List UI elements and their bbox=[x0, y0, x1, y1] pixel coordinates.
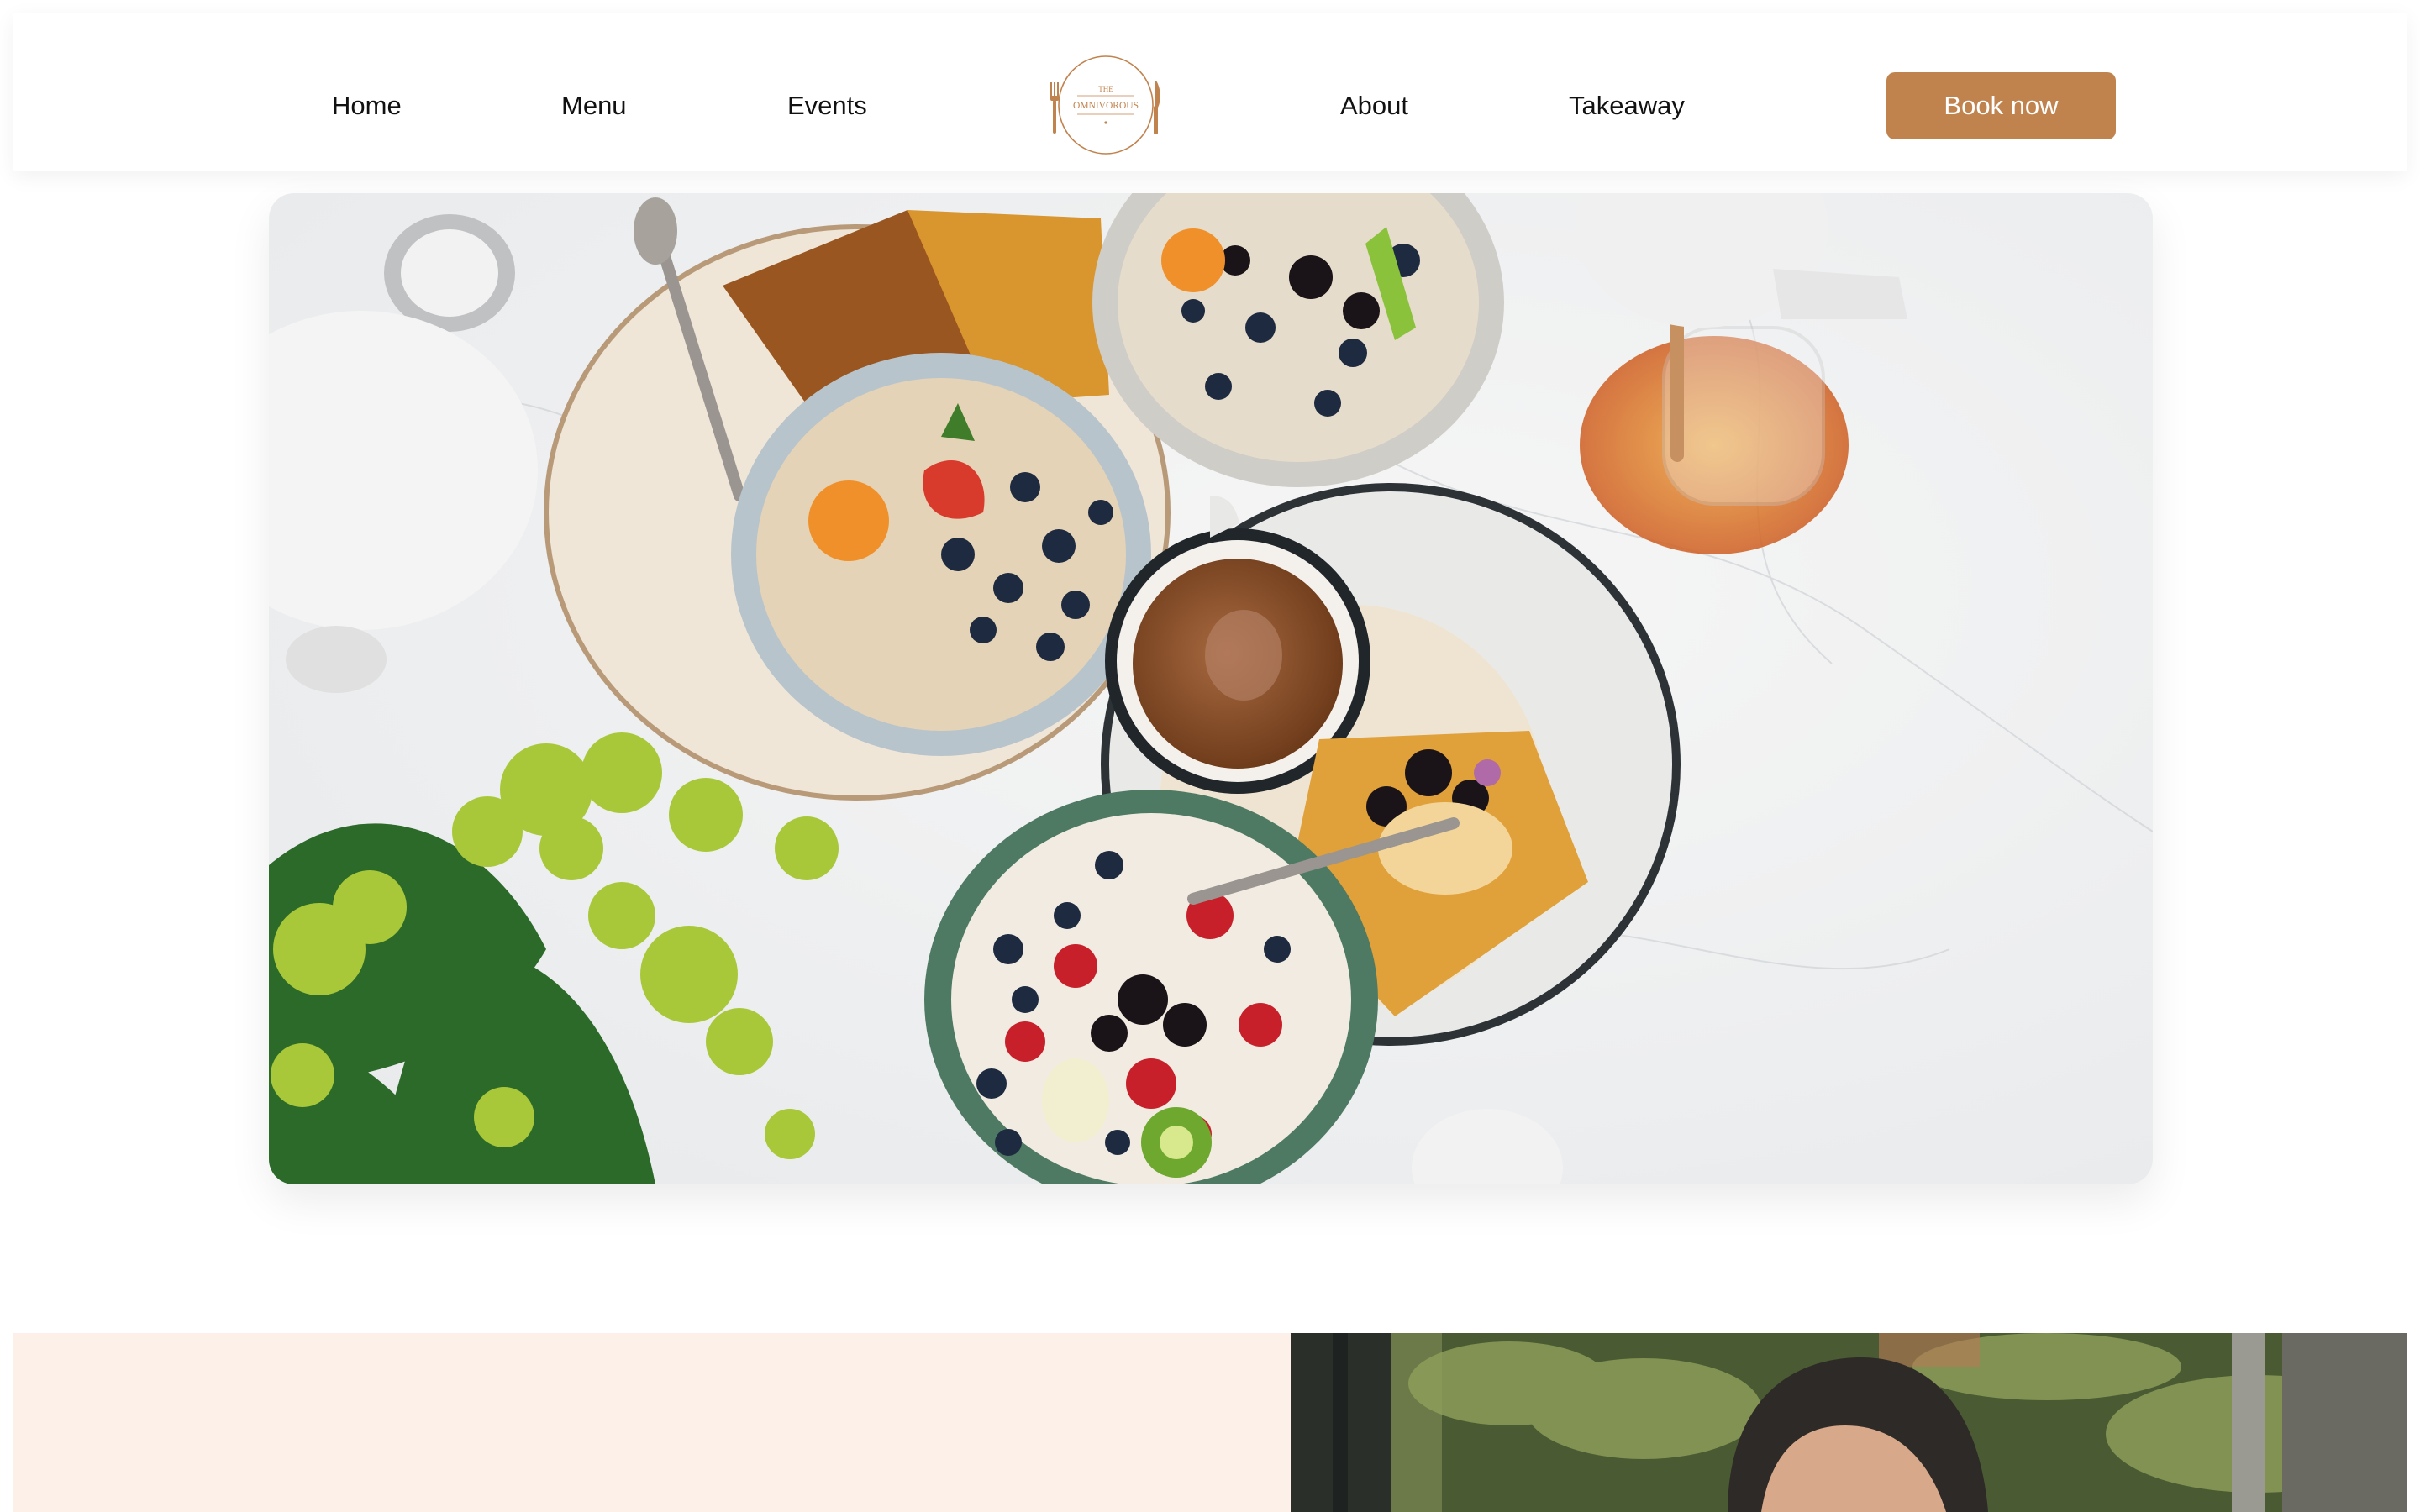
top-navigation-bar: Home Menu Events THE OMNIVOROUS About Ta… bbox=[13, 13, 2407, 171]
breakfast-table-photo bbox=[269, 193, 2153, 1184]
about-section-photo bbox=[1291, 1333, 2407, 1512]
logo-text-the: THE bbox=[1098, 85, 1113, 93]
about-section-panel bbox=[13, 1333, 1291, 1512]
hero-image bbox=[269, 193, 2153, 1184]
logo-emblem-icon: THE OMNIVOROUS bbox=[1050, 55, 1160, 155]
logo-text-omnivorous: OMNIVOROUS bbox=[1073, 101, 1139, 111]
woman-portrait-photo bbox=[1291, 1333, 2407, 1512]
nav-link-events[interactable]: Events bbox=[787, 91, 867, 121]
brand-logo[interactable]: THE OMNIVOROUS bbox=[1045, 52, 1166, 158]
nav-link-takeaway[interactable]: Takeaway bbox=[1569, 91, 1685, 121]
nav-link-about[interactable]: About bbox=[1340, 91, 1408, 121]
nav-link-home[interactable]: Home bbox=[332, 91, 402, 121]
nav-link-menu[interactable]: Menu bbox=[561, 91, 627, 121]
book-now-button[interactable]: Book now bbox=[1886, 72, 2116, 139]
